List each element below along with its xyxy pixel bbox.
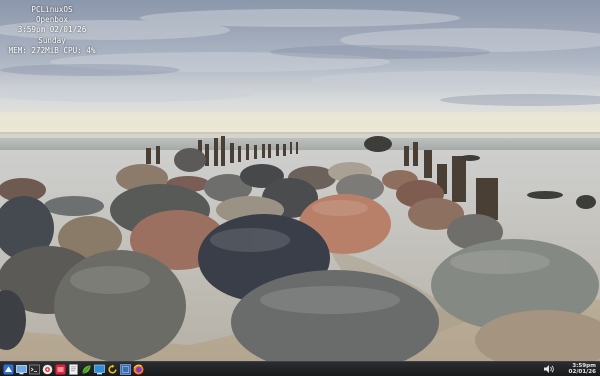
system-tray: 3:59pm 02/01/26 — [543, 362, 596, 376]
desktop: PCLinuxOS Openbox 3:59pm 02/01/26 Sunday… — [0, 0, 600, 376]
menu-icon[interactable] — [3, 364, 14, 375]
conky-datetime: 3:59pm 02/01/26 — [17, 25, 87, 35]
conky-window-manager: Openbox — [35, 15, 68, 25]
conky-system-monitor: PCLinuxOS Openbox 3:59pm 02/01/26 Sunday… — [6, 5, 98, 56]
leaf-icon[interactable] — [81, 364, 92, 375]
red-app-icon[interactable] — [55, 364, 66, 375]
clock-date: 02/01/26 — [568, 369, 596, 375]
conky-resources: MEM: 272MiB CPU: 4% — [8, 45, 96, 55]
package-manager-icon[interactable] — [42, 364, 53, 375]
volume-icon[interactable] — [543, 364, 555, 374]
conky-weekday: Sunday — [38, 35, 66, 45]
text-editor-icon[interactable] — [68, 364, 79, 375]
conky-distro: PCLinuxOS — [31, 5, 73, 14]
screenshot-icon[interactable] — [120, 364, 131, 375]
terminal-icon[interactable] — [29, 364, 40, 375]
refresh-icon[interactable] — [107, 364, 118, 375]
taskbar-clock[interactable]: 3:59pm 02/01/26 — [569, 363, 596, 376]
taskbar-launchers — [3, 363, 144, 376]
firefox-icon[interactable] — [133, 364, 144, 375]
show-desktop-icon[interactable] — [16, 364, 27, 375]
control-center-icon[interactable] — [94, 364, 105, 375]
taskbar: 3:59pm 02/01/26 — [0, 361, 600, 376]
